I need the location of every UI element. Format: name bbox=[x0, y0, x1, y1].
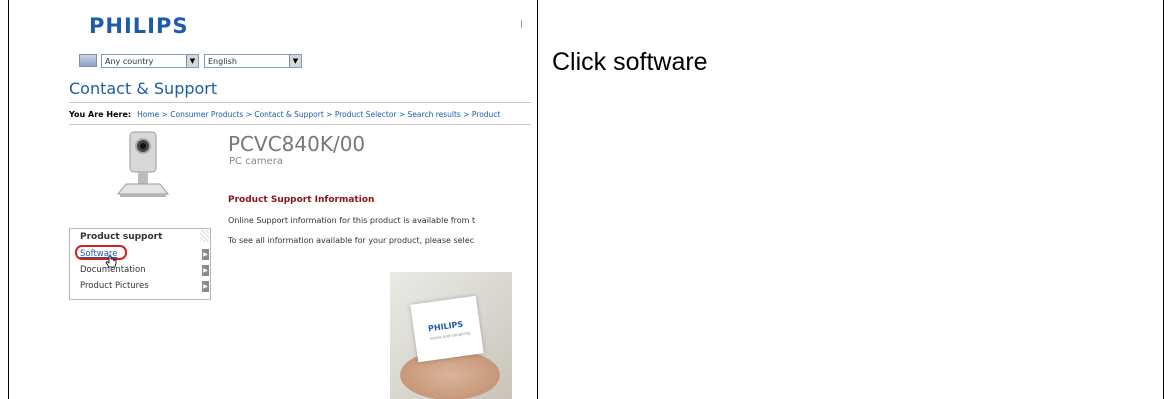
chevron-down-icon[interactable]: ▼ bbox=[186, 55, 198, 67]
language-select-value: English bbox=[208, 57, 237, 66]
product-pictures-link[interactable]: Product Pictures bbox=[80, 281, 149, 291]
divider bbox=[69, 102, 531, 103]
product-support-header: Product support bbox=[80, 232, 163, 242]
support-info-line: Online Support information for this prod… bbox=[228, 216, 476, 225]
product-support-menu: Product support Software ▶ Documentation… bbox=[69, 228, 211, 300]
click-target-highlight bbox=[75, 245, 127, 260]
screenshot-panel: PHILIPS Any country ▼ English ▼ Contact … bbox=[9, 0, 537, 399]
support-info-line: To see all information available for you… bbox=[228, 236, 475, 245]
product-model: PCVC840K/00 bbox=[228, 132, 366, 156]
breadcrumb: You Are Here: Home > Consumer Products > … bbox=[69, 110, 500, 119]
breadcrumb-path[interactable]: Home > Consumer Products > Contact & Sup… bbox=[137, 110, 500, 119]
country-select-value: Any country bbox=[105, 57, 154, 66]
chevron-down-icon[interactable]: ▼ bbox=[289, 55, 301, 67]
column-divider bbox=[537, 0, 538, 399]
hatch-decoration bbox=[200, 230, 209, 242]
country-select[interactable]: Any country ▼ bbox=[101, 54, 199, 68]
page-title: Contact & Support bbox=[69, 79, 218, 98]
divider bbox=[69, 124, 531, 125]
chevron-right-icon[interactable]: ▶ bbox=[202, 281, 209, 292]
breadcrumb-label: You Are Here: bbox=[69, 110, 132, 119]
chevron-right-icon[interactable]: ▶ bbox=[202, 249, 209, 260]
globe-flag-icon bbox=[79, 54, 97, 67]
philips-logo[interactable]: PHILIPS bbox=[89, 14, 189, 38]
support-info-title: Product Support Information bbox=[228, 195, 375, 205]
instruction-text: Click software bbox=[552, 48, 708, 76]
chevron-right-icon[interactable]: ▶ bbox=[202, 265, 209, 276]
product-type: PC camera bbox=[229, 156, 283, 167]
hand-cursor-icon bbox=[105, 255, 117, 268]
language-select[interactable]: English ▼ bbox=[204, 54, 302, 68]
pc-camera-image bbox=[116, 131, 170, 197]
promo-image: PHILIPS sense and simplicity bbox=[390, 272, 512, 399]
header-separator bbox=[521, 20, 522, 28]
